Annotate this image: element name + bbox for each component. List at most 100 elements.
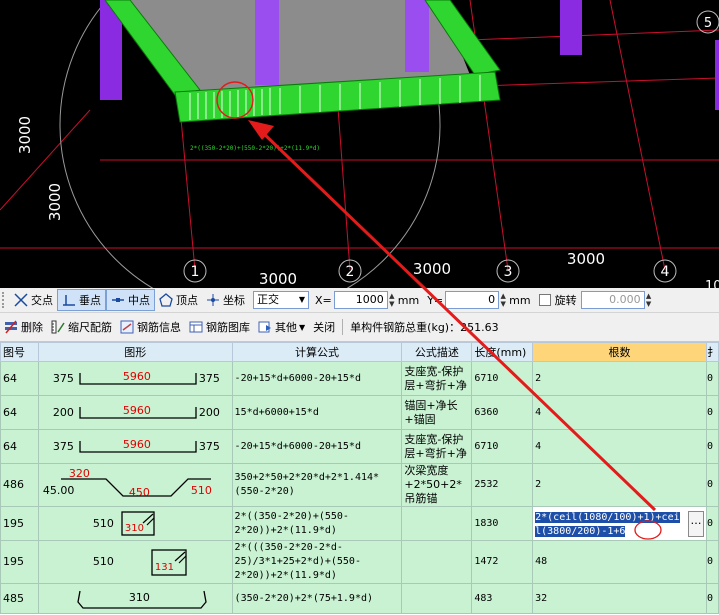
cell-formula[interactable]: 15*d+6000+15*d bbox=[231, 395, 403, 430]
cell-formula[interactable]: 350+2*50+2*20*d+2*1.414*(550-2*20) bbox=[231, 463, 403, 507]
cell-formula[interactable]: -20+15*d+6000-20+15*d bbox=[231, 429, 403, 464]
cell-formula[interactable]: -20+15*d+6000-20+15*d bbox=[231, 361, 403, 396]
library-icon bbox=[189, 320, 203, 334]
perpendicular-label: 垂点 bbox=[79, 294, 101, 307]
cell-shape[interactable]: 510 131 bbox=[37, 540, 233, 584]
cell-no[interactable]: 64 bbox=[0, 361, 39, 396]
rebar-library-button[interactable]: 钢筋图库 bbox=[185, 317, 254, 337]
cell-no[interactable]: 486 bbox=[0, 463, 39, 507]
rotate-value: 0.000 bbox=[609, 293, 641, 306]
cell-length[interactable]: 1830 bbox=[471, 506, 534, 541]
shape-mid-dim: 5960 bbox=[122, 403, 151, 417]
column-header-extra[interactable]: 扌 bbox=[705, 342, 719, 362]
other-label: 其他 bbox=[275, 321, 297, 334]
cell-no[interactable]: 64 bbox=[0, 395, 39, 430]
table-row[interactable]: 485 310 (350-2*20)+2*(75+1.9*d) 483 32 0 bbox=[0, 583, 719, 614]
toolbar-grip[interactable] bbox=[2, 292, 10, 308]
cell-extra[interactable]: 0 bbox=[705, 395, 719, 430]
info-icon bbox=[120, 320, 134, 334]
table-row[interactable]: 64 375 5960 375 -20+15*d+6000-20+15*d 支座… bbox=[0, 429, 719, 464]
cell-length[interactable]: 2532 bbox=[471, 463, 534, 507]
cell-desc[interactable]: 支座宽-保护层+弯折+净 bbox=[401, 429, 473, 464]
cell-desc[interactable] bbox=[401, 583, 473, 614]
cell-shape[interactable]: 200 5960 200 bbox=[37, 395, 233, 430]
cell-extra[interactable]: 0 bbox=[705, 429, 719, 464]
y-spinner-icon[interactable]: ▲ ▼ bbox=[499, 292, 507, 308]
cell-extra[interactable]: 0 bbox=[705, 463, 719, 507]
ortho-select[interactable]: 正交 ▼ bbox=[253, 291, 309, 309]
midpoint-button[interactable]: 中点 bbox=[106, 289, 155, 311]
cell-extra[interactable]: 0 bbox=[705, 506, 719, 541]
x-input[interactable]: 1000 bbox=[333, 291, 388, 309]
column-header-no[interactable]: 图号 bbox=[0, 342, 39, 362]
x-spinner-icon[interactable]: ▲ ▼ bbox=[388, 292, 396, 308]
cad-viewport[interactable]: 1 2 3 4 5 3000 3000 3000 3000 3000 10000… bbox=[0, 0, 719, 288]
cell-no[interactable]: 195 bbox=[0, 540, 39, 584]
close-button[interactable]: 关闭 bbox=[309, 317, 339, 337]
shape-left-dim: 510 bbox=[92, 516, 114, 530]
cell-length[interactable]: 1472 bbox=[471, 540, 534, 584]
cell-no[interactable]: 485 bbox=[0, 583, 39, 614]
cell-length[interactable]: 6710 bbox=[471, 429, 534, 464]
x-value: 1000 bbox=[355, 293, 384, 306]
cell-shape[interactable]: 375 5960 375 bbox=[37, 361, 233, 396]
cell-formula[interactable]: 2*((350-2*20)+(550-2*20))+2*(11.9*d) bbox=[231, 506, 403, 541]
cell-formula[interactable]: 2*(((350-2*20-2*d-25)/3*1+25+2*d)+(550-2… bbox=[231, 540, 403, 584]
cell-desc[interactable]: 次梁宽度+2*50+2*吊筋锚 bbox=[401, 463, 473, 507]
cell-count[interactable]: 2 bbox=[532, 361, 707, 396]
vertex-button[interactable]: 顶点 bbox=[155, 290, 202, 310]
cell-formula[interactable]: (350-2*20)+2*(75+1.9*d) bbox=[231, 583, 403, 614]
cell-extra[interactable]: 0 bbox=[705, 540, 719, 584]
scale-rebar-button[interactable]: 缩尺配筋 bbox=[47, 317, 116, 337]
cell-extra[interactable]: 0 bbox=[705, 583, 719, 614]
shape-mid-dim: 5960 bbox=[122, 369, 151, 383]
cell-count[interactable]: 2 bbox=[532, 463, 707, 507]
table-row[interactable]: 195 510 131 2*(((350-2*20-2*d-25)/3*1+25… bbox=[0, 540, 719, 584]
cell-desc[interactable] bbox=[401, 506, 473, 541]
cell-count-editor[interactable]: 2*(ceil(1080/100)+1)+ceil(3800/200)-1+6 … bbox=[532, 506, 707, 541]
cell-no[interactable]: 64 bbox=[0, 429, 39, 464]
table-row[interactable]: 486 320 45.00 450 510 350+2*50+2*20*d+2*… bbox=[0, 463, 719, 507]
intersection-icon bbox=[14, 293, 28, 307]
column-header-desc[interactable]: 公式描述 bbox=[401, 342, 473, 362]
column-header-length[interactable]: 长度(mm) bbox=[471, 342, 534, 362]
perpendicular-button[interactable]: 垂点 bbox=[57, 289, 106, 311]
delete-button[interactable]: 删除 bbox=[0, 317, 47, 337]
rebar-info-label: 钢筋信息 bbox=[137, 321, 181, 334]
cell-count[interactable]: 4 bbox=[532, 395, 707, 430]
cell-no[interactable]: 195 bbox=[0, 506, 39, 541]
column-header-count[interactable]: 根数 bbox=[532, 342, 707, 362]
cell-count[interactable]: 32 bbox=[532, 583, 707, 614]
table-row[interactable]: 64 375 5960 375 -20+15*d+6000-20+15*d 支座… bbox=[0, 361, 719, 396]
dimension-label: 3000 bbox=[259, 270, 297, 288]
cell-shape[interactable]: 510 310 bbox=[37, 506, 233, 541]
cell-extra[interactable]: 0 bbox=[705, 361, 719, 396]
column-header-formula[interactable]: 计算公式 bbox=[231, 342, 403, 362]
rebar-info-button[interactable]: 钢筋信息 bbox=[116, 317, 185, 337]
formula-editor-button[interactable]: … bbox=[687, 511, 704, 537]
table-row[interactable]: 64 200 5960 200 15*d+6000+15*d 锚固+净长+锚固 … bbox=[0, 395, 719, 430]
rotate-checkbox[interactable] bbox=[538, 294, 551, 306]
cell-shape[interactable]: 310 bbox=[37, 583, 233, 614]
cell-shape[interactable]: 320 45.00 450 510 bbox=[37, 463, 233, 507]
column-header-shape[interactable]: 图形 bbox=[37, 342, 233, 362]
coordinate-button[interactable]: 坐标 bbox=[202, 290, 249, 310]
table-row[interactable]: 195 510 310 2*((350-2*20)+(550-2*20))+2*… bbox=[0, 506, 719, 541]
column bbox=[715, 40, 719, 110]
cell-length[interactable]: 6710 bbox=[471, 361, 534, 396]
rotate-spinner-icon[interactable]: ▲ ▼ bbox=[645, 292, 653, 308]
y-input[interactable]: 0 bbox=[445, 291, 500, 309]
coordinate-label: 坐标 bbox=[223, 294, 245, 307]
cell-length[interactable]: 483 bbox=[471, 583, 534, 614]
cell-count[interactable]: 4 bbox=[532, 429, 707, 464]
cell-shape[interactable]: 375 5960 375 bbox=[37, 429, 233, 464]
rotate-input[interactable]: 0.000 bbox=[580, 291, 645, 309]
intersection-button[interactable]: 交点 bbox=[10, 290, 57, 310]
highlight-circle bbox=[634, 520, 662, 540]
cell-desc[interactable]: 锚固+净长+锚固 bbox=[401, 395, 473, 430]
cell-desc[interactable]: 支座宽-保护层+弯折+净 bbox=[401, 361, 473, 396]
other-menu-button[interactable]: 其他 ▼ bbox=[254, 317, 309, 337]
cell-length[interactable]: 6360 bbox=[471, 395, 534, 430]
cell-desc[interactable] bbox=[401, 540, 473, 584]
cell-count[interactable]: 48 bbox=[532, 540, 707, 584]
